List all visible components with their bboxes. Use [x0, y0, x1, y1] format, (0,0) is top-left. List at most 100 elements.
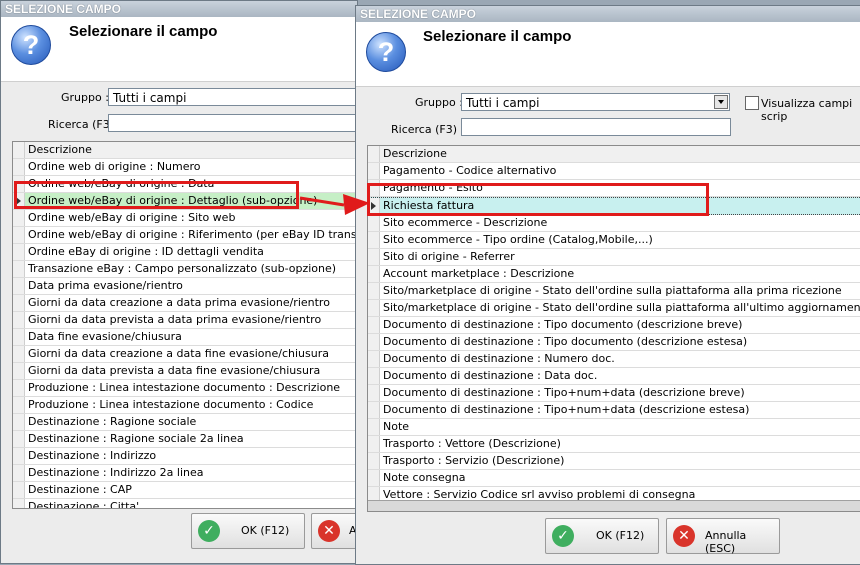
row-indicator [368, 300, 380, 316]
table-row[interactable]: Ordine eBay di origine : ID dettagli ven… [13, 244, 357, 261]
row-label: Pagamento - Codice alternativo [383, 164, 557, 177]
left-gruppo-label: Gruppo : [61, 91, 109, 104]
row-label: Giorni da data creazione a data fine eva… [28, 347, 329, 360]
left-gruppo-value: Tutti i campi [113, 91, 187, 105]
row-indicator [13, 499, 25, 508]
row-indicator [13, 295, 25, 311]
table-row[interactable]: Destinazione : Indirizzo [13, 448, 357, 465]
row-label: Produzione : Linea intestazione document… [28, 398, 314, 411]
table-row[interactable]: Sito di origine - Referrer [368, 249, 860, 266]
row-label: Trasporto : Servizio (Descrizione) [383, 454, 565, 467]
left-ok-button[interactable]: ✓ OK (F12) [191, 513, 305, 549]
check-icon: ✓ [552, 525, 574, 547]
row-label: Documento di destinazione : Tipo+num+dat… [383, 403, 750, 416]
row-indicator [368, 419, 380, 435]
row-indicator [368, 334, 380, 350]
table-row[interactable]: Pagamento - Codice alternativo [368, 163, 860, 180]
table-row[interactable]: Destinazione : Ragione sociale [13, 414, 357, 431]
row-label: Destinazione : Ragione sociale [28, 415, 197, 428]
check-icon: ✓ [198, 520, 220, 542]
row-label: Sito ecommerce - Descrizione [383, 216, 548, 229]
right-ricerca-input[interactable] [461, 118, 731, 136]
row-label: Documento di destinazione : Tipo documen… [383, 318, 743, 331]
left-dialog: SELEZIONE CAMPO ? Selezionare il campo G… [0, 0, 358, 564]
table-row[interactable]: Documento di destinazione : Tipo documen… [368, 317, 860, 334]
table-row[interactable]: Data prima evasione/rientro [13, 278, 357, 295]
row-label: Destinazione : Ragione sociale 2a linea [28, 432, 244, 445]
row-label: Note consegna [383, 471, 466, 484]
left-ricerca-input[interactable] [108, 114, 357, 132]
row-indicator [368, 385, 380, 401]
table-row[interactable]: Destinazione : Citta' [13, 499, 357, 508]
table-row[interactable]: Documento di destinazione : Data doc. [368, 368, 860, 385]
row-indicator [13, 414, 25, 430]
right-gruppo-select[interactable]: Tutti i campi [461, 93, 730, 111]
table-row[interactable]: Giorni da data creazione a data prima ev… [13, 295, 357, 312]
table-row[interactable]: Produzione : Linea intestazione document… [13, 397, 357, 414]
left-gruppo-select[interactable]: Tutti i campi [108, 88, 357, 106]
table-row[interactable]: Trasporto : Vettore (Descrizione) [368, 436, 860, 453]
right-column-header[interactable]: Descrizione [383, 147, 447, 160]
table-row[interactable]: Note [368, 419, 860, 436]
row-label: Produzione : Linea intestazione document… [28, 381, 341, 394]
table-row[interactable]: Documento di destinazione : Tipo+num+dat… [368, 385, 860, 402]
right-gruppo-value: Tutti i campi [466, 96, 540, 110]
table-row[interactable]: Sito ecommerce - Descrizione [368, 215, 860, 232]
row-label: Ordine eBay di origine : ID dettagli ven… [28, 245, 264, 258]
table-row[interactable]: Account marketplace : Descrizione [368, 266, 860, 283]
row-indicator [368, 249, 380, 265]
table-row[interactable]: Note consegna [368, 470, 860, 487]
question-icon: ? [11, 25, 51, 65]
table-row[interactable]: Ordine web/eBay di origine : Riferimento… [13, 227, 357, 244]
right-ok-button[interactable]: ✓ OK (F12) [545, 518, 659, 554]
row-indicator [368, 317, 380, 333]
right-horizontal-scrollbar[interactable] [368, 500, 860, 511]
left-selection-annotation-box [14, 181, 299, 209]
table-row[interactable]: Destinazione : Ragione sociale 2a linea [13, 431, 357, 448]
table-row[interactable]: Documento di destinazione : Tipo+num+dat… [368, 402, 860, 419]
row-indicator [13, 329, 25, 345]
visualizza-script-checkbox[interactable] [745, 96, 759, 110]
row-label: Sito/marketplace di origine - Stato dell… [383, 284, 842, 297]
question-icon: ? [366, 32, 406, 72]
row-indicator [13, 159, 25, 175]
dropdown-arrow-icon[interactable] [714, 95, 728, 109]
table-row[interactable]: Produzione : Linea intestazione document… [13, 380, 357, 397]
row-indicator [13, 244, 25, 260]
left-column-header[interactable]: Descrizione [28, 143, 92, 156]
table-row[interactable]: Transazione eBay : Campo personalizzato … [13, 261, 357, 278]
table-row[interactable]: Destinazione : CAP [13, 482, 357, 499]
row-indicator [368, 163, 380, 179]
row-indicator [368, 470, 380, 486]
right-selection-annotation-box [367, 183, 709, 216]
table-row[interactable]: Documento di destinazione : Numero doc. [368, 351, 860, 368]
table-row[interactable]: Giorni da data prevista a data fine evas… [13, 363, 357, 380]
table-row[interactable]: Trasporto : Servizio (Descrizione) [368, 453, 860, 470]
row-label: Documento di destinazione : Data doc. [383, 369, 598, 382]
row-indicator [368, 453, 380, 469]
left-header: ? Selezionare il campo [1, 17, 357, 82]
table-row[interactable]: Documento di destinazione : Tipo documen… [368, 334, 860, 351]
left-cancel-button[interactable]: ✕ A [311, 513, 357, 549]
row-label: Giorni da data creazione a data prima ev… [28, 296, 330, 309]
table-row[interactable]: Sito/marketplace di origine - Stato dell… [368, 300, 860, 317]
table-row[interactable]: Giorni da data prevista a data prima eva… [13, 312, 357, 329]
row-indicator [368, 232, 380, 248]
table-row[interactable]: Data fine evasione/chiusura [13, 329, 357, 346]
row-indicator [13, 227, 25, 243]
row-indicator [368, 402, 380, 418]
row-indicator [368, 283, 380, 299]
row-indicator [368, 351, 380, 367]
row-label: Destinazione : Indirizzo [28, 449, 157, 462]
table-row[interactable]: Ordine web di origine : Numero [13, 159, 357, 176]
table-row[interactable]: Sito ecommerce - Tipo ordine (Catalog,Mo… [368, 232, 860, 249]
table-row[interactable]: Ordine web/eBay di origine : Sito web [13, 210, 357, 227]
table-row[interactable]: Sito/marketplace di origine - Stato dell… [368, 283, 860, 300]
right-cancel-button[interactable]: ✕ Annulla (ESC) [666, 518, 780, 555]
row-indicator [13, 397, 25, 413]
row-label: Account marketplace : Descrizione [383, 267, 575, 280]
table-row[interactable]: Destinazione : Indirizzo 2a linea [13, 465, 357, 482]
right-dialog: SELEZIONE CAMPO ? Selezionare il campo G… [355, 5, 860, 565]
row-indicator [13, 482, 25, 498]
table-row[interactable]: Giorni da data creazione a data fine eva… [13, 346, 357, 363]
